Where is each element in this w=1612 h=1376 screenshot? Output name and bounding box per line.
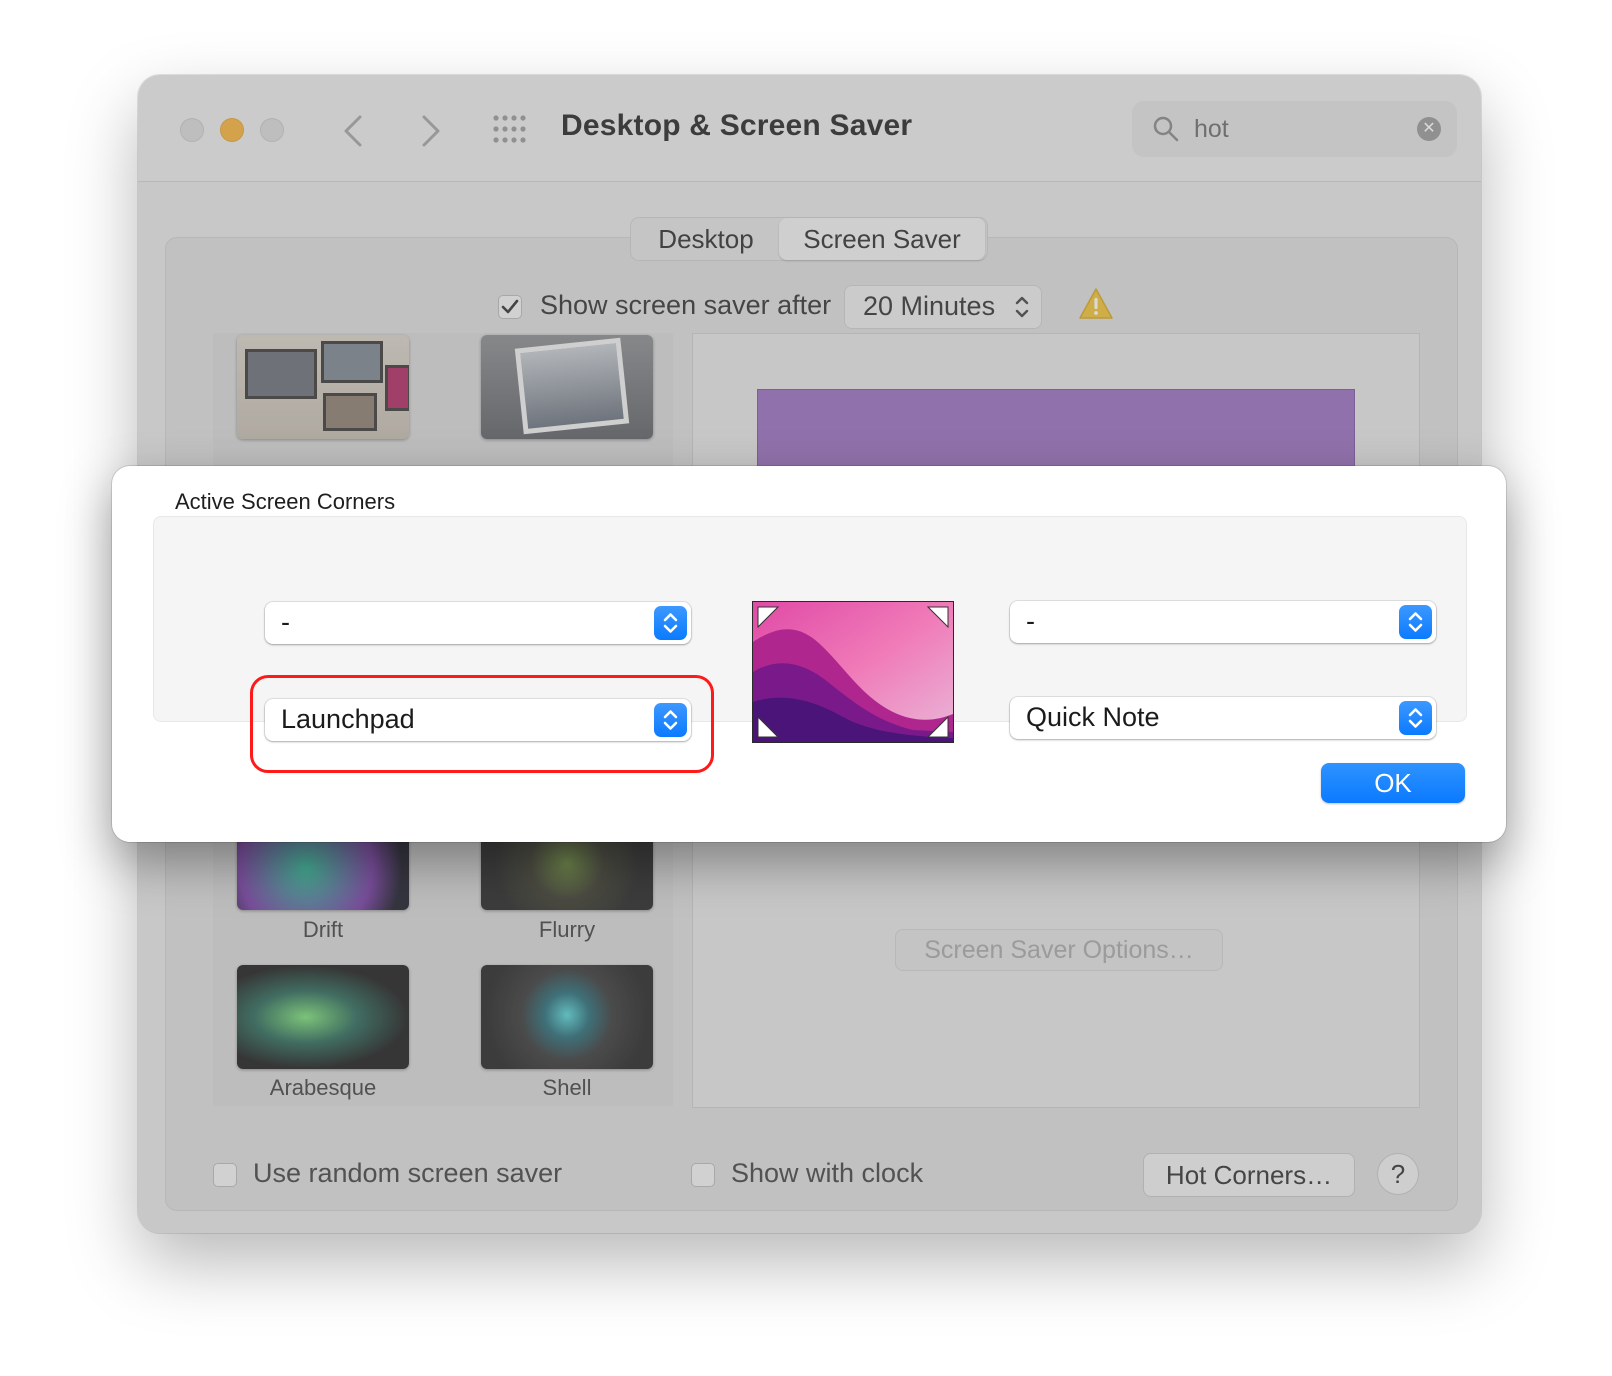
top-left-corner-popup[interactable]: -	[265, 602, 691, 644]
sheet-title: Active Screen Corners	[175, 489, 396, 514]
corners-box: - Launchpad - Quick Note	[153, 516, 1467, 773]
corner-marker-bottom-left-icon	[757, 716, 779, 738]
wallpaper-graphic	[753, 602, 953, 742]
chevron-updown-icon	[654, 606, 687, 640]
top-left-corner-value: -	[281, 607, 290, 637]
corner-marker-bottom-right-icon	[927, 716, 949, 738]
corner-preview-image	[752, 601, 954, 743]
bottom-right-corner-value: Quick Note	[1026, 702, 1160, 732]
chevron-updown-icon	[1399, 605, 1432, 639]
corner-marker-top-left-icon	[757, 606, 779, 628]
bottom-right-corner-popup[interactable]: Quick Note	[1010, 697, 1436, 739]
corner-marker-top-right-icon	[927, 606, 949, 628]
ok-button[interactable]: OK	[1321, 763, 1465, 803]
chevron-updown-icon	[1399, 701, 1432, 735]
highlight-annotation	[250, 675, 714, 773]
top-right-corner-popup[interactable]: -	[1010, 601, 1436, 643]
active-screen-corners-sheet: Active Screen Corners - Launchpad - Quic…	[112, 466, 1506, 842]
top-right-corner-value: -	[1026, 606, 1035, 636]
